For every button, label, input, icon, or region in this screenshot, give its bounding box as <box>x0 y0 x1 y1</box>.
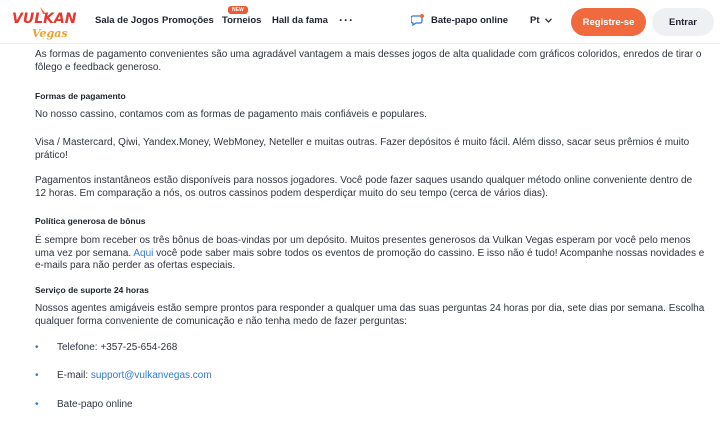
payment-paragraph-1: No nosso cassino, contamos com as formas… <box>35 109 427 120</box>
svg-text:VULKAN: VULKAN <box>12 11 77 27</box>
nav-hall-of-fame[interactable]: Hall da fama <box>272 15 328 26</box>
live-chat-button[interactable]: Bate-papo online <box>411 13 508 27</box>
payment-paragraph-2: Visa / Mastercard, Qiwi, Yandex.Money, W… <box>35 137 690 161</box>
nav-promotions[interactable]: Promoções <box>162 15 214 26</box>
email-line: E-mail: support@vulkanvegas.com <box>57 370 212 383</box>
payment-heading: Formas de pagamento <box>35 91 126 101</box>
bonus-paragraph: É sempre bom receber os três bônus de bo… <box>35 235 705 273</box>
chevron-down-icon <box>544 18 552 23</box>
phone-text: Telefone: +357-25-654-268 <box>57 342 178 353</box>
svg-text:Vegas: Vegas <box>32 27 68 40</box>
bullet-icon: • <box>35 399 39 410</box>
bonus-heading: Política generosa de bônus <box>35 216 146 226</box>
support-paragraph: Nossos agentes amigáveis estão sempre pr… <box>35 303 705 327</box>
chat-icon <box>411 14 424 27</box>
payment-paragraph-3: Pagamentos instantâneos estão disponívei… <box>35 175 693 199</box>
register-button[interactable]: Registre-se <box>571 8 646 36</box>
support-heading: Serviço de suporte 24 horas <box>35 285 149 295</box>
intro-paragraph: As formas de pagamento convenientes são … <box>35 49 702 73</box>
more-menu-icon[interactable]: ··· <box>339 13 354 27</box>
promo-link[interactable]: Aqui <box>133 248 153 259</box>
bullet-icon: • <box>35 342 39 353</box>
email-label: E-mail: <box>57 370 91 381</box>
language-label: Pt <box>530 15 540 26</box>
email-link[interactable]: support@vulkanvegas.com <box>91 370 212 381</box>
new-badge: NEW <box>228 6 248 14</box>
login-button[interactable]: Entrar <box>652 8 714 36</box>
chat-label: Bate-papo online <box>431 14 509 26</box>
site-header: VULKAN Vegas Sala de Jogos Promoções NEW… <box>0 0 720 44</box>
chat-text: Bate-papo online <box>57 399 133 410</box>
language-selector[interactable]: Pt <box>530 15 552 26</box>
bullet-icon: • <box>35 370 39 381</box>
nav-tournaments[interactable]: Torneios <box>222 15 261 26</box>
vulkan-vegas-logo[interactable]: VULKAN Vegas <box>10 6 86 40</box>
nav-games[interactable]: Sala de Jogos <box>95 15 159 26</box>
